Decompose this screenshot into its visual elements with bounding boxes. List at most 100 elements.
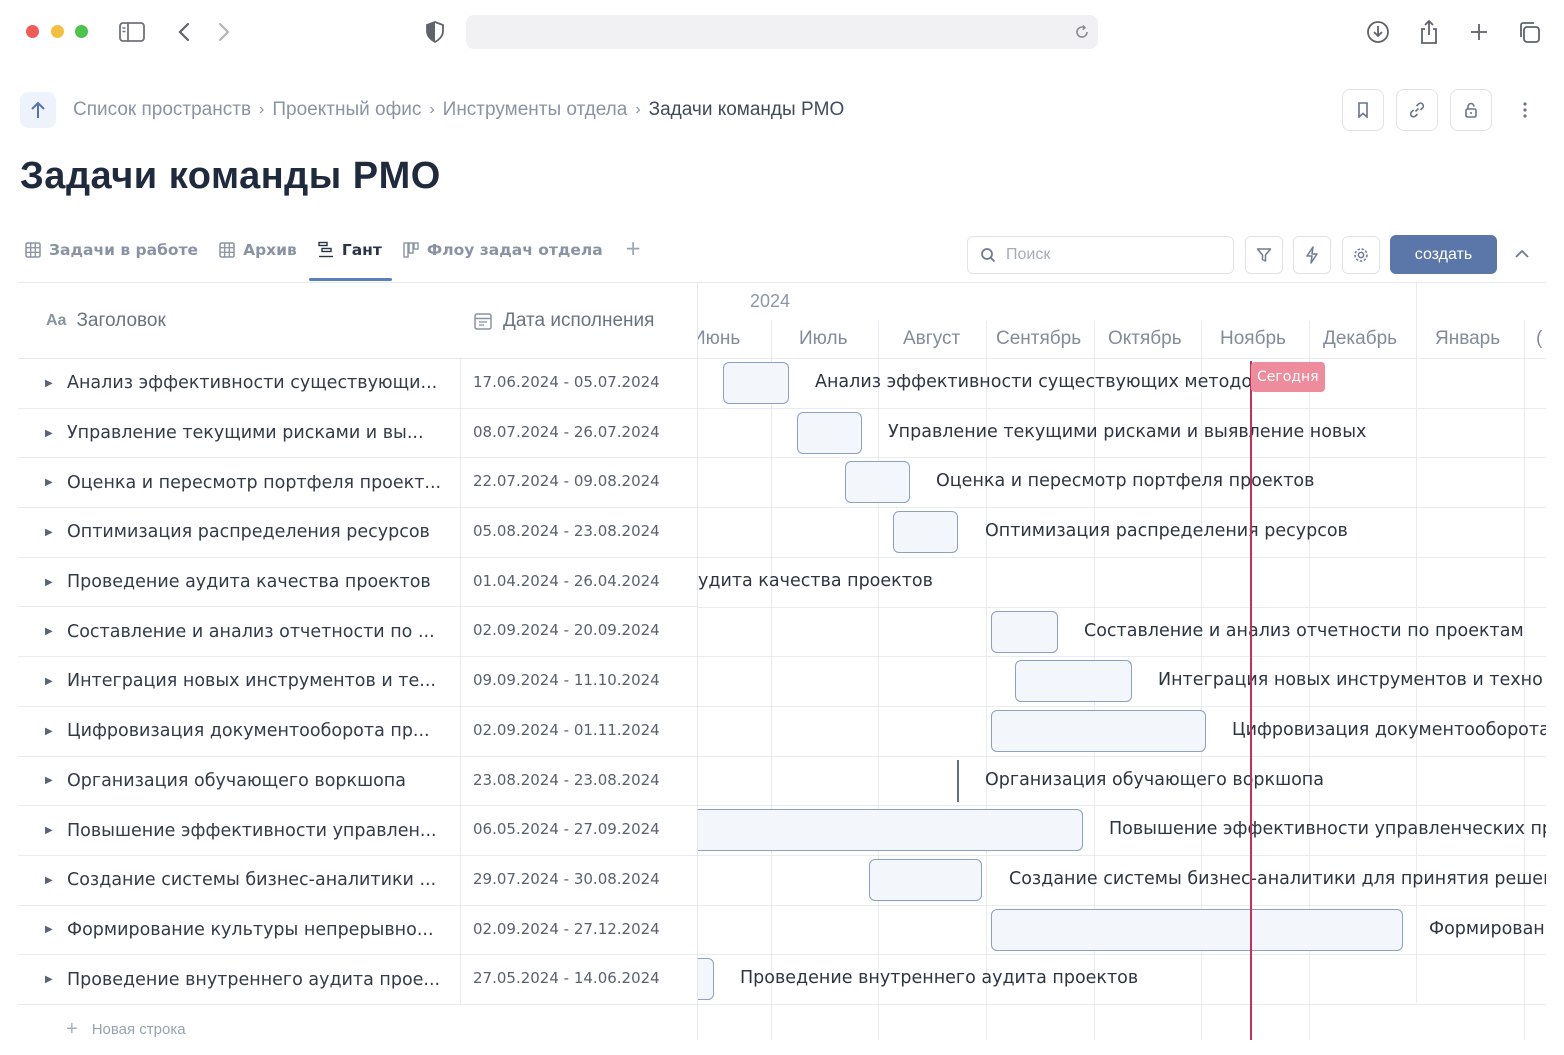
table-row[interactable]: ▶ Оптимизация распределения ресурсов 05.08… [18, 508, 697, 558]
automation-button[interactable] [1293, 236, 1331, 274]
gantt-bar[interactable] [869, 859, 982, 901]
maximize-window-button[interactable] [75, 25, 88, 38]
table-row[interactable]: ▶ Повышение эффективности управлен... 06.0… [18, 806, 697, 856]
forward-icon[interactable] [210, 18, 238, 46]
table-row[interactable]: ▶ Проведение аудита качества проектов 01.0… [18, 557, 697, 608]
expand-caret-icon[interactable]: ▶ [45, 527, 55, 538]
task-title-cell[interactable]: ▶ Оценка и пересмотр портфеля проект... [18, 458, 461, 508]
table-row[interactable]: ▶ Составление и анализ отчетности по ... 0… [18, 607, 697, 658]
minimize-window-button[interactable] [51, 25, 64, 38]
sidebar-toggle-icon[interactable] [118, 18, 146, 46]
task-title-cell[interactable]: ▶ Цифровизация документооборота пр... [18, 706, 461, 756]
table-row[interactable]: ▶ Анализ эффективности существующи... 17.0… [18, 359, 697, 409]
gantt-bar[interactable] [991, 610, 1058, 653]
expand-caret-icon[interactable]: ▶ [45, 577, 55, 588]
task-title-cell[interactable]: ▶ Организация обучающего воркшопа [18, 756, 461, 806]
add-row-button[interactable]: + Новая строка [18, 1005, 697, 1055]
task-title-cell[interactable]: ▶ Создание системы бизнес-аналитики ... [18, 855, 461, 905]
task-dates[interactable]: 02.09.2024 - 27.12.2024 [461, 906, 697, 955]
gantt-bar[interactable] [1015, 660, 1132, 703]
breadcrumb-item[interactable]: Список пространств [73, 99, 251, 121]
share-icon[interactable] [1415, 18, 1443, 46]
column-header-title[interactable]: Aa Заголовок [18, 283, 461, 358]
table-row[interactable]: ▶ Формирование культуры непрерывно... 02.0… [18, 905, 697, 956]
collapse-toolbar-button[interactable] [1508, 240, 1536, 268]
task-title-cell[interactable]: ▶ Составление и анализ отчетности по ... [18, 607, 461, 657]
close-window-button[interactable] [26, 25, 39, 38]
tab-tasks-in-progress[interactable]: Задачи в работе [24, 234, 208, 264]
expand-caret-icon[interactable]: ▶ [45, 378, 55, 389]
task-dates[interactable]: 05.08.2024 - 23.08.2024 [461, 508, 697, 557]
tab-gantt[interactable]: Гант [308, 234, 392, 281]
settings-button[interactable] [1342, 236, 1380, 274]
task-dates[interactable]: 29.07.2024 - 30.08.2024 [461, 856, 697, 905]
task-dates[interactable]: 27.05.2024 - 14.06.2024 [461, 955, 697, 1004]
expand-caret-icon[interactable]: ▶ [45, 924, 55, 935]
task-title-cell[interactable]: ▶ Проведение внутреннего аудита прое... [18, 955, 461, 1004]
gantt-bar[interactable] [698, 809, 1083, 852]
table-row[interactable]: ▶ Цифровизация документооборота пр... 02.0… [18, 706, 697, 757]
task-dates[interactable]: 09.09.2024 - 11.10.2024 [461, 657, 697, 706]
task-dates[interactable]: 01.04.2024 - 26.04.2024 [461, 558, 697, 607]
task-title-cell[interactable]: ▶ Проведение аудита качества проектов [18, 557, 461, 607]
add-view-button[interactable]: + [625, 234, 642, 260]
lock-button[interactable] [1450, 89, 1492, 131]
search-field[interactable] [967, 236, 1234, 274]
back-icon[interactable] [170, 18, 198, 46]
gantt-bar[interactable] [698, 958, 714, 1001]
privacy-shield-icon[interactable] [421, 18, 449, 46]
copy-link-button[interactable] [1396, 89, 1438, 131]
expand-caret-icon[interactable]: ▶ [45, 428, 55, 439]
expand-caret-icon[interactable]: ▶ [45, 974, 55, 985]
tab-archive[interactable]: Архив [218, 234, 307, 264]
bookmark-button[interactable] [1342, 89, 1384, 131]
table-row[interactable]: ▶ Управление текущими рисками и вы... 08.0… [18, 408, 697, 459]
expand-caret-icon[interactable]: ▶ [45, 825, 55, 836]
address-bar[interactable] [466, 15, 1098, 49]
reload-icon[interactable] [1072, 22, 1092, 42]
task-title-cell[interactable]: ▶ Управление текущими рисками и вы... [18, 408, 461, 458]
expand-caret-icon[interactable]: ▶ [45, 875, 55, 886]
tab-overview-icon[interactable] [1515, 18, 1543, 46]
expand-caret-icon[interactable]: ▶ [45, 775, 55, 786]
navigate-up-button[interactable] [20, 92, 56, 128]
expand-caret-icon[interactable]: ▶ [45, 676, 55, 687]
task-dates[interactable]: 08.07.2024 - 26.07.2024 [461, 409, 697, 458]
expand-caret-icon[interactable]: ▶ [45, 726, 55, 737]
create-button[interactable]: создать [1390, 235, 1497, 274]
task-title-cell[interactable]: ▶ Формирование культуры непрерывно... [18, 905, 461, 955]
table-row[interactable]: ▶ Оценка и пересмотр портфеля проект... 22… [18, 458, 697, 509]
table-row[interactable]: ▶ Организация обучающего воркшопа 23.08.20… [18, 756, 697, 807]
table-row[interactable]: ▶ Создание системы бизнес-аналитики ... 29… [18, 855, 697, 906]
task-dates[interactable]: 06.05.2024 - 27.09.2024 [461, 806, 697, 855]
task-dates[interactable]: 17.06.2024 - 05.07.2024 [461, 359, 697, 408]
breadcrumb-item[interactable]: Инструменты отдела [443, 99, 628, 121]
tab-task-flow[interactable]: Флоу задач отдела [402, 234, 613, 264]
new-tab-icon[interactable] [1465, 18, 1493, 46]
gantt-bar[interactable] [797, 411, 862, 454]
task-title-cell[interactable]: ▶ Оптимизация распределения ресурсов [18, 508, 461, 557]
task-title-cell[interactable]: ▶ Повышение эффективности управлен... [18, 806, 461, 855]
search-input[interactable] [1006, 246, 1206, 264]
breadcrumb-item[interactable]: Проектный офис [272, 99, 421, 121]
gantt-bar[interactable] [723, 362, 789, 404]
gantt-bar[interactable] [957, 759, 959, 802]
gantt-bar[interactable] [991, 908, 1403, 951]
task-dates[interactable]: 22.07.2024 - 09.08.2024 [461, 458, 697, 507]
task-dates[interactable]: 02.09.2024 - 01.11.2024 [461, 707, 697, 756]
gantt-bar[interactable] [845, 461, 910, 504]
expand-caret-icon[interactable]: ▶ [45, 626, 55, 637]
task-dates[interactable]: 23.08.2024 - 23.08.2024 [461, 757, 697, 806]
table-row[interactable]: ▶ Проведение внутреннего аудита прое... 27… [18, 955, 697, 1005]
more-options-button[interactable] [1504, 89, 1546, 131]
task-title-cell[interactable]: ▶ Анализ эффективности существующи... [18, 359, 461, 408]
downloads-icon[interactable] [1364, 18, 1392, 46]
task-dates[interactable]: 02.09.2024 - 20.09.2024 [461, 607, 697, 656]
gantt-bar[interactable] [991, 709, 1206, 752]
gantt-bar[interactable] [893, 511, 958, 554]
expand-caret-icon[interactable]: ▶ [45, 477, 55, 488]
column-header-due-date[interactable]: Дата исполнения [461, 283, 697, 358]
gantt-chart[interactable]: 2024 Июнь Июль Август Сентябрь Октябрь Ноябрь… [697, 283, 1546, 1040]
table-row[interactable]: ▶ Интеграция новых инструментов и те... 09… [18, 657, 697, 707]
task-title-cell[interactable]: ▶ Интеграция новых инструментов и те... [18, 657, 461, 706]
